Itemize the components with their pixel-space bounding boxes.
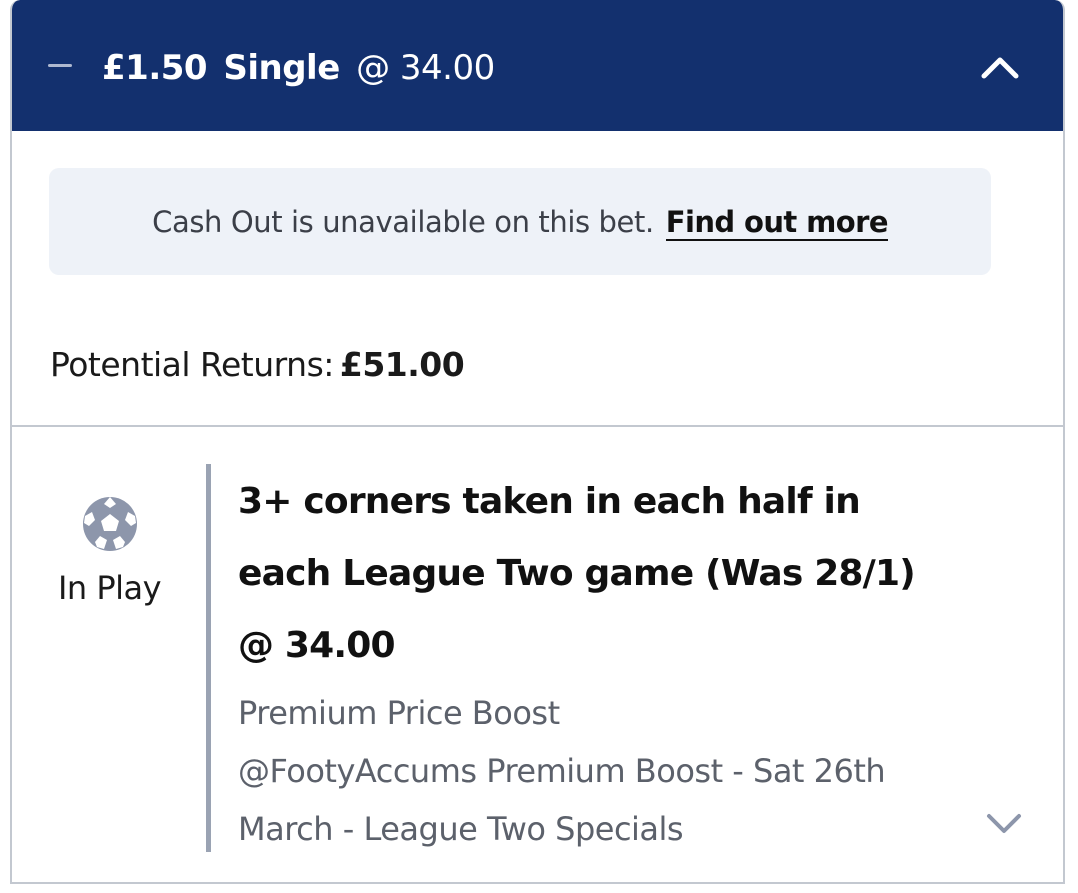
selection-title-line: @ 34.00 <box>238 625 396 666</box>
football-icon <box>83 497 137 551</box>
chevron-down-icon[interactable] <box>984 808 1024 838</box>
divider <box>12 425 1063 427</box>
selection-title-line: each League Two game (Was 28/1) <box>238 553 916 594</box>
bet-odds: @ 34.00 <box>356 48 495 88</box>
selection-accent-bar <box>206 464 211 852</box>
selection-title: 3+ corners taken in each half in each Le… <box>238 466 1018 682</box>
market-line: March - League Two Specials <box>238 810 684 848</box>
returns-amount: £51.00 <box>339 345 465 384</box>
market-details: Premium Price Boost @FootyAccums Premium… <box>238 684 998 858</box>
in-play-label: In Play <box>57 569 162 607</box>
find-out-more-link[interactable]: Find out more <box>665 205 888 241</box>
market-line: Premium Price Boost <box>238 694 560 732</box>
chevron-up-icon[interactable] <box>978 48 1022 84</box>
cashout-notice: Cash Out is unavailable on this bet. Find… <box>49 168 991 275</box>
bet-type: Single <box>223 48 340 88</box>
stake-amount: £1.50 <box>102 48 208 88</box>
selection-title-line: 3+ corners taken in each half in <box>238 481 861 522</box>
market-line: @FootyAccums Premium Boost - Sat 26th <box>238 752 886 790</box>
bet-header[interactable]: £1.50 Single @ 34.00 <box>12 0 1063 131</box>
potential-returns: Potential Returns: £51.00 <box>50 344 465 386</box>
minus-icon <box>48 64 72 67</box>
returns-label: Potential Returns: <box>50 345 334 384</box>
cashout-message: Cash Out is unavailable on this bet. <box>152 205 654 239</box>
bet-summary: £1.50 Single @ 34.00 <box>102 48 495 88</box>
bet-card: £1.50 Single @ 34.00 Cash Out is unavail… <box>10 0 1065 884</box>
